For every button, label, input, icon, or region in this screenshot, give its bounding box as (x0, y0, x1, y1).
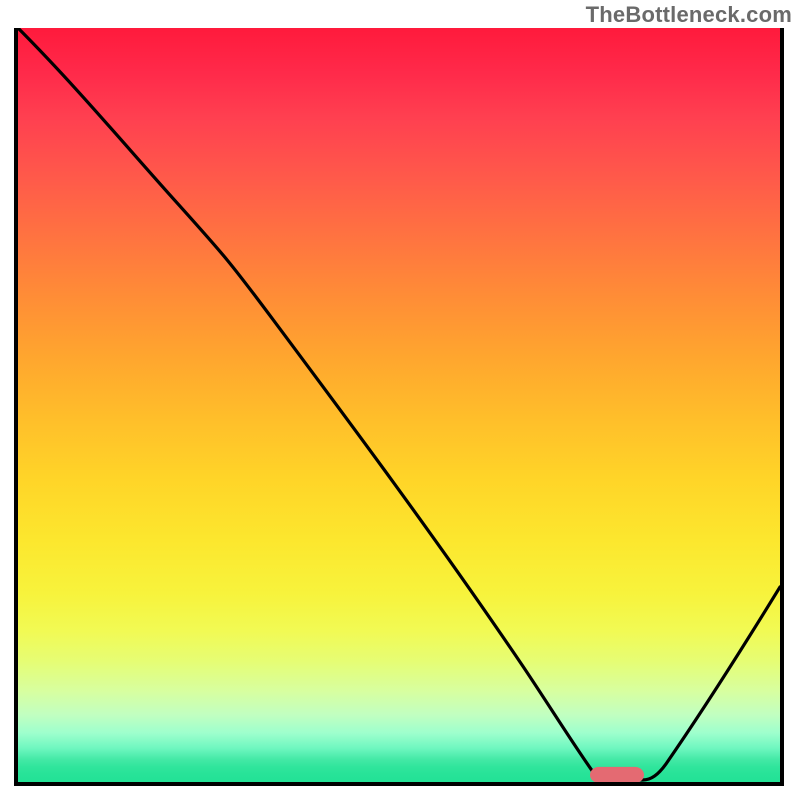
optimal-marker (590, 767, 644, 782)
curve-layer (18, 28, 780, 782)
bottleneck-curve (18, 28, 780, 780)
watermark-text: TheBottleneck.com (586, 2, 792, 28)
plot-area (14, 28, 784, 786)
chart-frame: TheBottleneck.com (0, 0, 800, 800)
